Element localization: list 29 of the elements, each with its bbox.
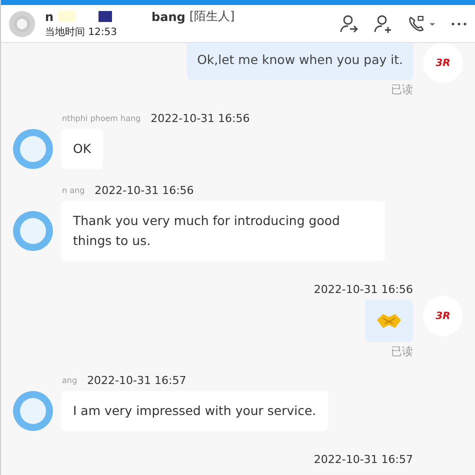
message-bubble: Thank you very much for introducing good things to us. [61, 201, 385, 261]
contact-avatar [9, 10, 35, 36]
contact-name: bang [152, 10, 186, 24]
timestamp: 2022-10-31 16:56 [314, 283, 413, 296]
timestamp: 2022-10-31 16:57 [314, 453, 413, 466]
more-icon[interactable] [451, 22, 467, 26]
user-avatar: 3R [423, 296, 463, 336]
read-status: 已读 [391, 82, 413, 97]
stranger-tag: [陌生人] [189, 8, 235, 25]
sender-name: n ang [62, 186, 85, 195]
local-time: 当地时间 12:53 [45, 26, 118, 39]
call-icon[interactable] [407, 14, 437, 34]
message-time: 2022-10-31 16:57 [87, 374, 186, 387]
handshake-icon [376, 312, 402, 330]
sender-name: ang [62, 376, 78, 385]
message-bubble: Ok,let me know when you pay it. [187, 43, 413, 80]
user-avatar: 3R [423, 43, 463, 83]
contact-name: n [45, 10, 54, 24]
contact-avatar [13, 391, 53, 431]
read-status: 已读 [391, 344, 413, 359]
message-bubble: OK [61, 129, 104, 169]
transfer-contact-icon[interactable] [339, 14, 359, 34]
sender-name: nthphi phoem hang [62, 114, 141, 123]
message-time: 2022-10-31 16:56 [94, 184, 194, 197]
contact-avatar [13, 211, 53, 251]
message-time: 2022-10-31 16:56 [150, 112, 250, 125]
add-contact-icon[interactable] [373, 14, 393, 34]
contact-avatar [13, 129, 53, 169]
message-bubble: I am very impressed with your service. [61, 391, 328, 431]
